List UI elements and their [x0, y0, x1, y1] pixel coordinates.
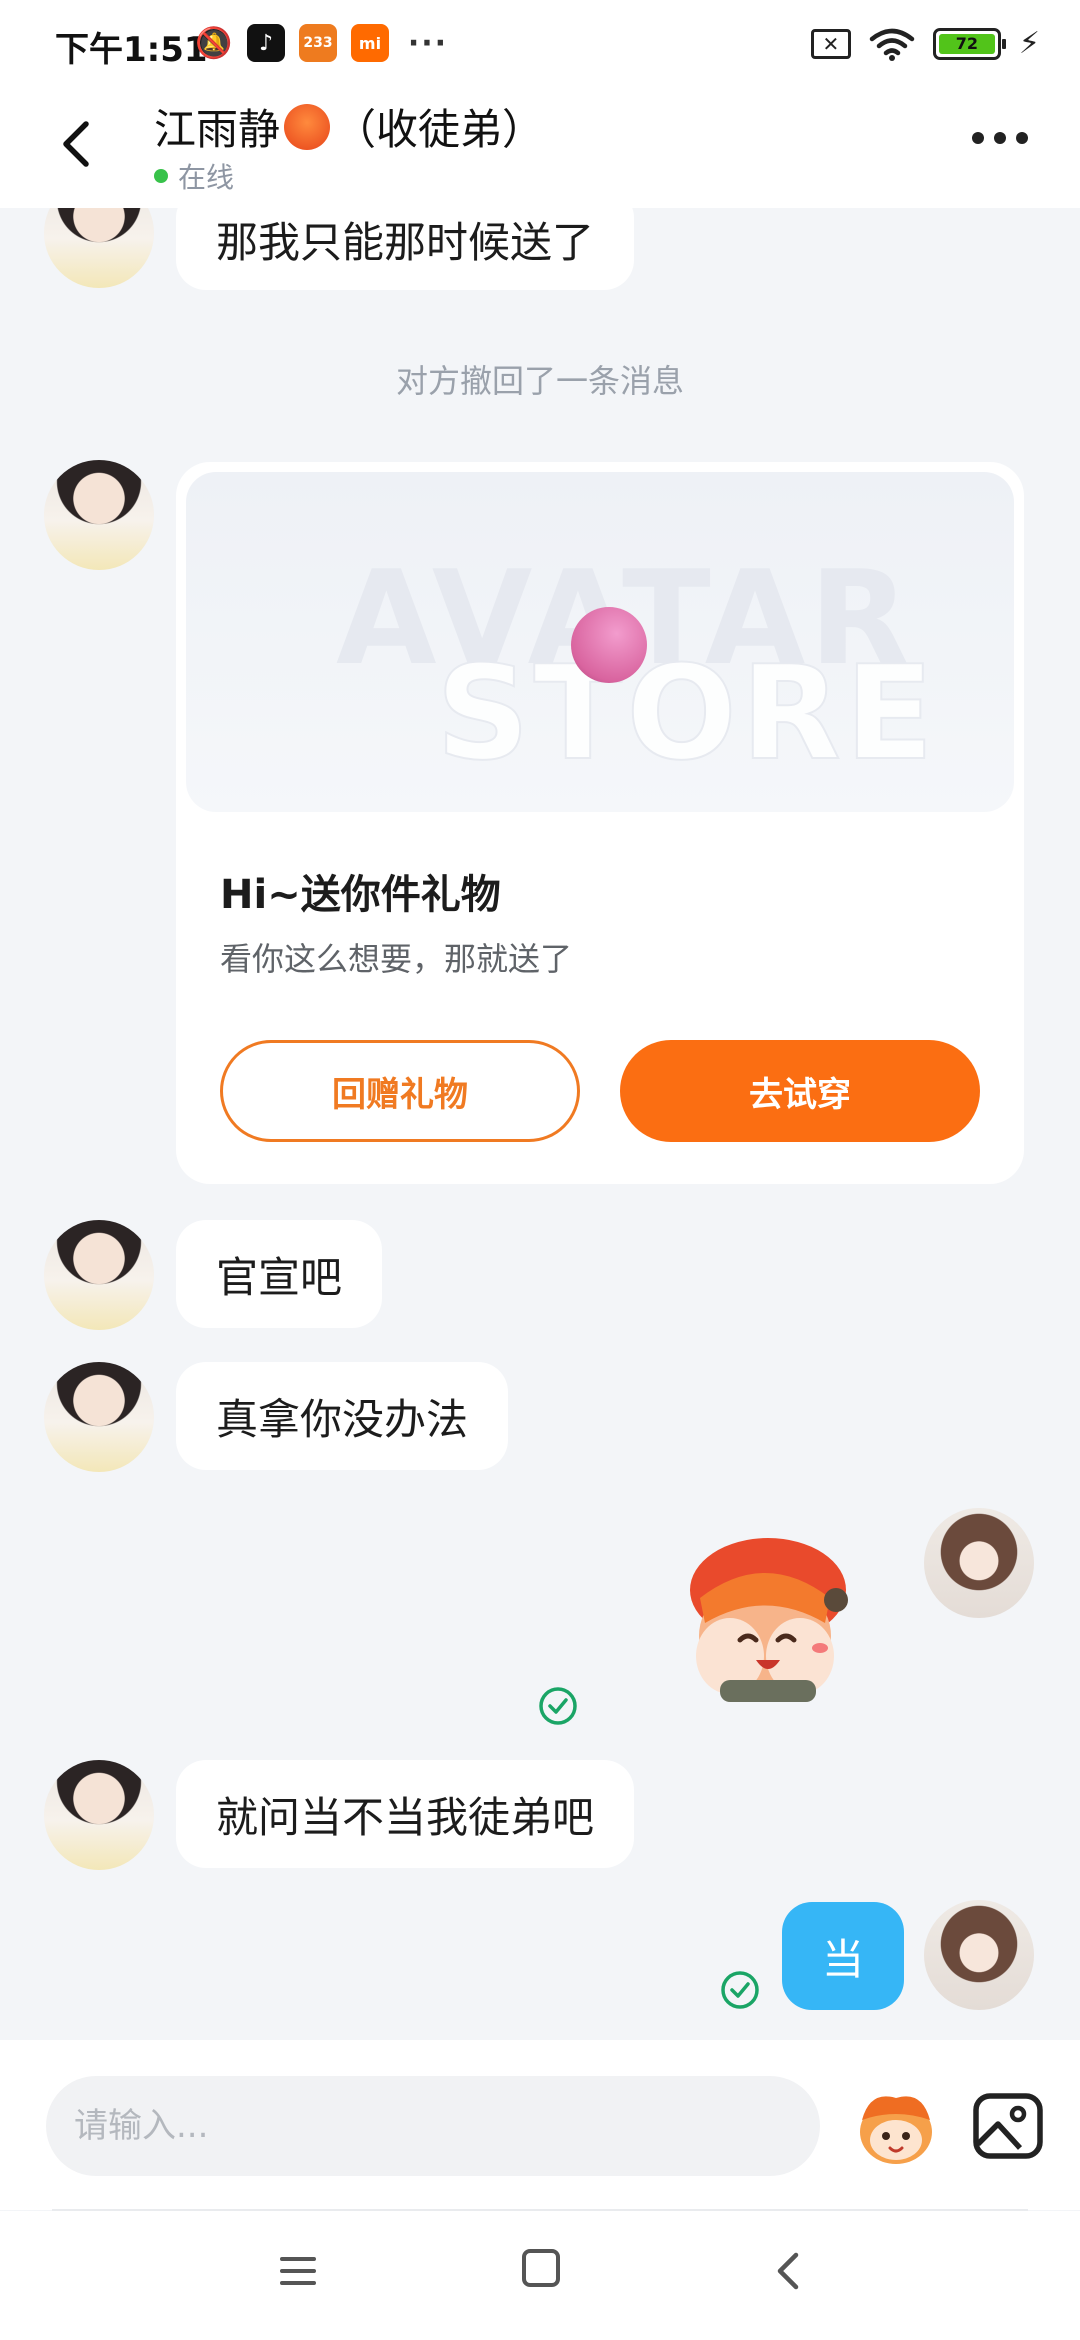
chat-messages[interactable]: 那我只能那时候送了 对方撤回了一条消息 AVATAR STORE Hi~送你件礼… — [0, 208, 1080, 2040]
hot-face-emoji-icon — [284, 104, 331, 150]
wifi-icon — [869, 28, 915, 61]
contact-name-text: 江雨静 — [154, 105, 281, 154]
gift-description: 看你这么想要，那就送了 — [220, 940, 573, 978]
my-avatar[interactable] — [924, 1508, 1034, 1618]
avatar[interactable] — [44, 1760, 154, 1870]
sticker-picker-icon[interactable] — [850, 2080, 942, 2172]
avatar[interactable] — [44, 1220, 154, 1330]
no-sim-icon: ✕ — [810, 28, 851, 59]
gift-card[interactable]: AVATAR STORE Hi~送你件礼物 看你这么想要，那就送了 回赠礼物 去… — [176, 462, 1024, 1184]
tiktok-icon: ♪ — [247, 24, 285, 62]
input-bar — [0, 2040, 1080, 2210]
image-picker-icon[interactable] — [968, 2086, 1048, 2166]
avatar[interactable] — [44, 208, 154, 288]
avatar[interactable] — [44, 1362, 154, 1472]
gift-image: AVATAR STORE — [186, 472, 1014, 812]
back-arrow-icon[interactable] — [52, 114, 102, 174]
home-icon[interactable] — [522, 2249, 560, 2287]
online-dot-icon — [154, 169, 168, 183]
gift-watermark: STORE — [435, 636, 938, 790]
online-status-text: 在线 — [178, 161, 235, 194]
contact-name[interactable]: 江雨静 （收徒弟） — [154, 96, 544, 157]
avatar[interactable] — [44, 460, 154, 570]
nav-back-icon[interactable] — [770, 2249, 806, 2293]
contact-name-suffix: （收徒弟） — [334, 105, 545, 154]
message-bubble[interactable]: 那我只能那时候送了 — [176, 208, 635, 290]
message-input[interactable] — [46, 2076, 820, 2176]
mi-icon: mi — [351, 24, 389, 62]
battery-icon: 72 — [932, 27, 1006, 60]
system-icons: ✕ 72 ⚡ — [810, 26, 1040, 61]
status-time: 下午1:51 — [55, 30, 208, 70]
battery-level: 72 — [938, 33, 995, 54]
loading-ball-icon — [571, 607, 647, 683]
status-bar: 下午1:51 🔕 ♪ 233 mi ··· ✕ 72 ⚡ — [0, 0, 1080, 90]
recalled-notice: 对方撤回了一条消息 — [395, 362, 684, 400]
more-notifications-icon: ··· — [407, 25, 449, 61]
my-avatar[interactable] — [924, 1900, 1034, 2010]
message-bubble[interactable]: 真拿你没办法 — [176, 1362, 509, 1470]
233-icon: 233 — [299, 24, 337, 62]
notification-icons: 🔕 ♪ 233 mi ··· — [195, 24, 453, 62]
message-bubble[interactable]: 官宣吧 — [176, 1220, 383, 1328]
gift-title: Hi~送你件礼物 — [220, 872, 501, 918]
recent-apps-icon[interactable] — [278, 2251, 318, 2291]
navigation-bar — [0, 2211, 1080, 2340]
online-status: 在线 — [154, 156, 234, 196]
read-check-icon — [539, 1687, 577, 1725]
try-on-button[interactable]: 去试穿 — [620, 1040, 980, 1142]
bell-off-icon: 🔕 — [195, 25, 233, 61]
message-bubble[interactable]: 就问当不当我徒弟吧 — [176, 1760, 635, 1868]
cartoon-sticker[interactable] — [660, 1528, 870, 1708]
read-check-icon — [721, 1971, 759, 2009]
return-gift-button[interactable]: 回赠礼物 — [220, 1040, 580, 1142]
charging-icon: ⚡ — [1018, 26, 1040, 61]
chat-header: 江雨静 （收徒弟） 在线 — [0, 90, 1080, 208]
my-message-bubble[interactable]: 当 — [782, 1902, 905, 2010]
more-options-icon[interactable] — [972, 132, 1028, 144]
